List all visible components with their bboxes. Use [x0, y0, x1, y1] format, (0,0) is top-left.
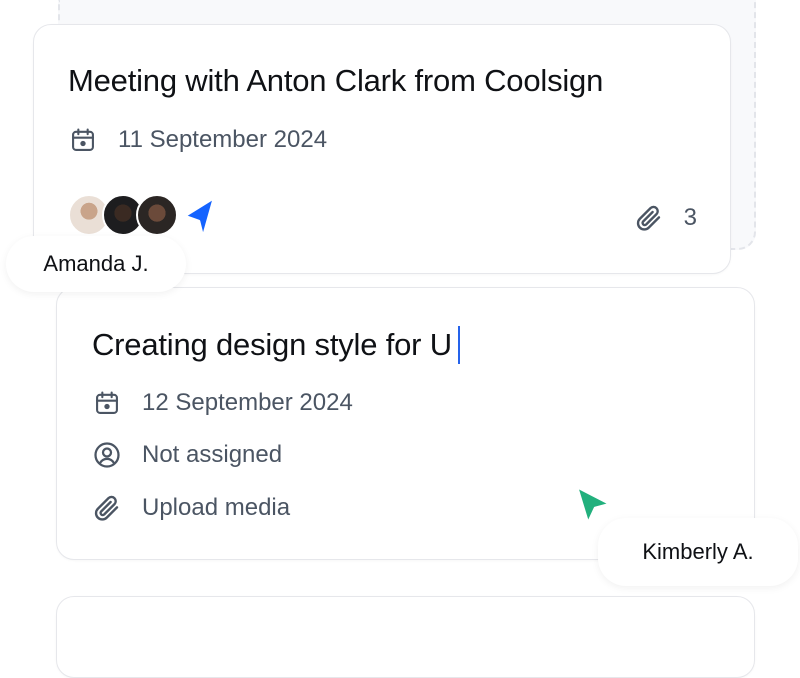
- date-text: 12 September 2024: [142, 389, 353, 416]
- avatar[interactable]: [136, 194, 178, 236]
- task-date: 11 September 2024: [68, 125, 327, 155]
- assignee-field[interactable]: Not assigned: [92, 440, 282, 470]
- text-caret: [457, 326, 460, 364]
- attachments-count-text: 3: [683, 204, 697, 231]
- upload-media-button[interactable]: Upload media: [92, 493, 290, 523]
- cursor-label-amanda: Amanda J.: [6, 236, 186, 292]
- task-card-next[interactable]: [56, 596, 755, 678]
- cursor-pointer-icon: [180, 196, 218, 240]
- avatar-group[interactable]: [68, 194, 178, 236]
- calendar-icon: [92, 388, 122, 418]
- attachments-count[interactable]: 3: [632, 201, 697, 235]
- cursor-pointer-icon: [574, 484, 614, 526]
- user-circle-icon: [92, 440, 122, 470]
- paperclip-icon: [632, 201, 666, 235]
- task-title-text: Creating design style for U: [92, 327, 452, 362]
- date-text: 11 September 2024: [118, 126, 328, 153]
- assignee-text: Not assigned: [142, 441, 283, 468]
- calendar-icon: [68, 125, 98, 155]
- task-title: Meeting with Anton Clark from Coolsign: [68, 63, 604, 98]
- task-date[interactable]: 12 September 2024: [92, 388, 353, 418]
- paperclip-icon: [92, 493, 122, 523]
- upload-media-text: Upload media: [142, 494, 291, 521]
- cursor-label-kimberly: Kimberly A.: [598, 518, 798, 586]
- task-title-editing[interactable]: Creating design style for U: [92, 326, 460, 364]
